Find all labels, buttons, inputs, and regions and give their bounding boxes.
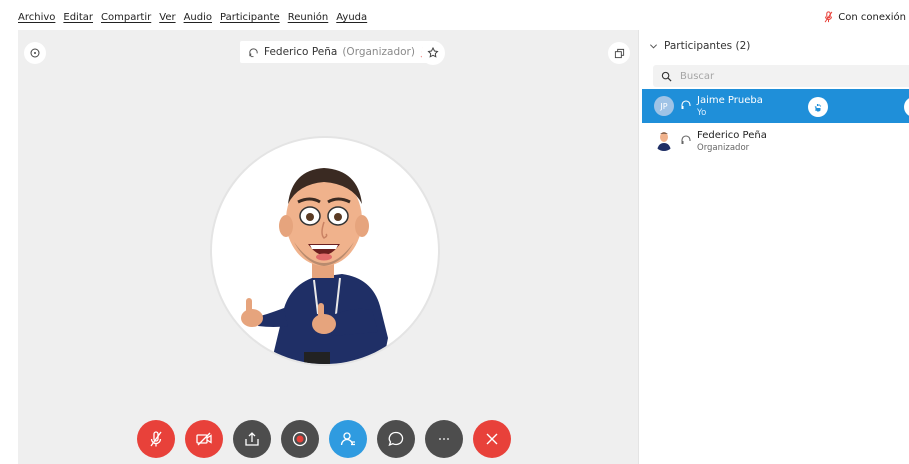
participants-search[interactable] — [653, 65, 909, 87]
participant-name: Federico Peña — [697, 130, 767, 141]
menu-ver[interactable]: Ver — [159, 12, 175, 23]
menu-bar: Archivo Editar Compartir Ver Audio Parti… — [0, 0, 909, 30]
more-button[interactable] — [425, 420, 463, 458]
share-icon — [245, 432, 259, 446]
participant-names: Federico Peña Organizador — [697, 129, 767, 155]
menu-editar[interactable]: Editar — [63, 12, 93, 23]
call-controls — [137, 420, 511, 458]
participant-row[interactable]: JP Jaime Prueba Yo — [642, 89, 909, 123]
menu-compartir[interactable]: Compartir — [101, 12, 151, 23]
participant-names: Jaime Prueba Yo — [697, 94, 763, 120]
end-call-button[interactable] — [473, 420, 511, 458]
participants-header[interactable]: Participantes (2) — [649, 40, 750, 52]
chevron-down-icon — [649, 43, 658, 49]
participants-button[interactable] — [329, 420, 367, 458]
menu-archivo[interactable]: Archivo — [18, 12, 55, 23]
row-action-button[interactable] — [904, 97, 909, 117]
popout-button[interactable] — [608, 42, 630, 64]
participant-row[interactable]: Federico Peña Organizador — [642, 124, 909, 158]
avatar — [657, 132, 671, 151]
presenter-name: Federico Peña — [264, 46, 338, 58]
participants-title: Participantes (2) — [664, 40, 751, 52]
video-button[interactable] — [185, 420, 223, 458]
menu-reunion[interactable]: Reunión — [288, 12, 329, 23]
avatar: JP — [654, 96, 674, 116]
popout-icon — [614, 48, 624, 58]
bitmoji-avatar-icon — [241, 168, 388, 364]
headset-icon — [681, 135, 691, 144]
participant-role: Yo — [697, 108, 707, 118]
presenter-label: Federico Peña (Organizador) — [240, 41, 437, 63]
menu-ayuda[interactable]: Ayuda — [336, 12, 367, 23]
info-icon — [30, 48, 40, 58]
record-button[interactable] — [281, 420, 319, 458]
pin-icon — [427, 47, 439, 58]
participant-role: Organizador — [697, 143, 750, 153]
more-icon — [439, 438, 449, 440]
mic-muted-icon — [150, 431, 162, 447]
participants-panel: Participantes (2) JP Jaime Prueba Yo Fed… — [638, 30, 909, 464]
avatar-initials: JP — [660, 101, 668, 111]
search-input[interactable] — [680, 70, 880, 82]
menu-items: Archivo Editar Compartir Ver Audio Parti… — [18, 12, 367, 23]
headset-icon — [249, 47, 258, 57]
raise-hand-button[interactable] — [808, 97, 828, 117]
video-off-icon — [196, 432, 212, 446]
participants-icon — [340, 432, 355, 446]
chat-icon — [388, 431, 404, 447]
meeting-stage: Federico Peña (Organizador) — [18, 30, 638, 464]
search-icon — [661, 71, 672, 82]
record-icon — [292, 431, 308, 447]
presenter-role: (Organizador) — [342, 46, 415, 58]
close-icon — [486, 433, 498, 445]
info-button[interactable] — [24, 42, 46, 64]
headset-icon — [681, 100, 691, 109]
participant-name: Jaime Prueba — [697, 95, 763, 106]
connection-label: Con conexión — [838, 11, 906, 23]
mute-button[interactable] — [137, 420, 175, 458]
chat-button[interactable] — [377, 420, 415, 458]
participant-video-avatar — [210, 136, 440, 366]
hand-icon — [814, 104, 822, 112]
menu-audio[interactable]: Audio — [184, 12, 212, 23]
connection-status: Con conexión — [824, 11, 906, 23]
share-button[interactable] — [233, 420, 271, 458]
pin-button[interactable] — [421, 41, 445, 65]
mic-muted-icon — [824, 11, 833, 23]
menu-participante[interactable]: Participante — [220, 12, 280, 23]
